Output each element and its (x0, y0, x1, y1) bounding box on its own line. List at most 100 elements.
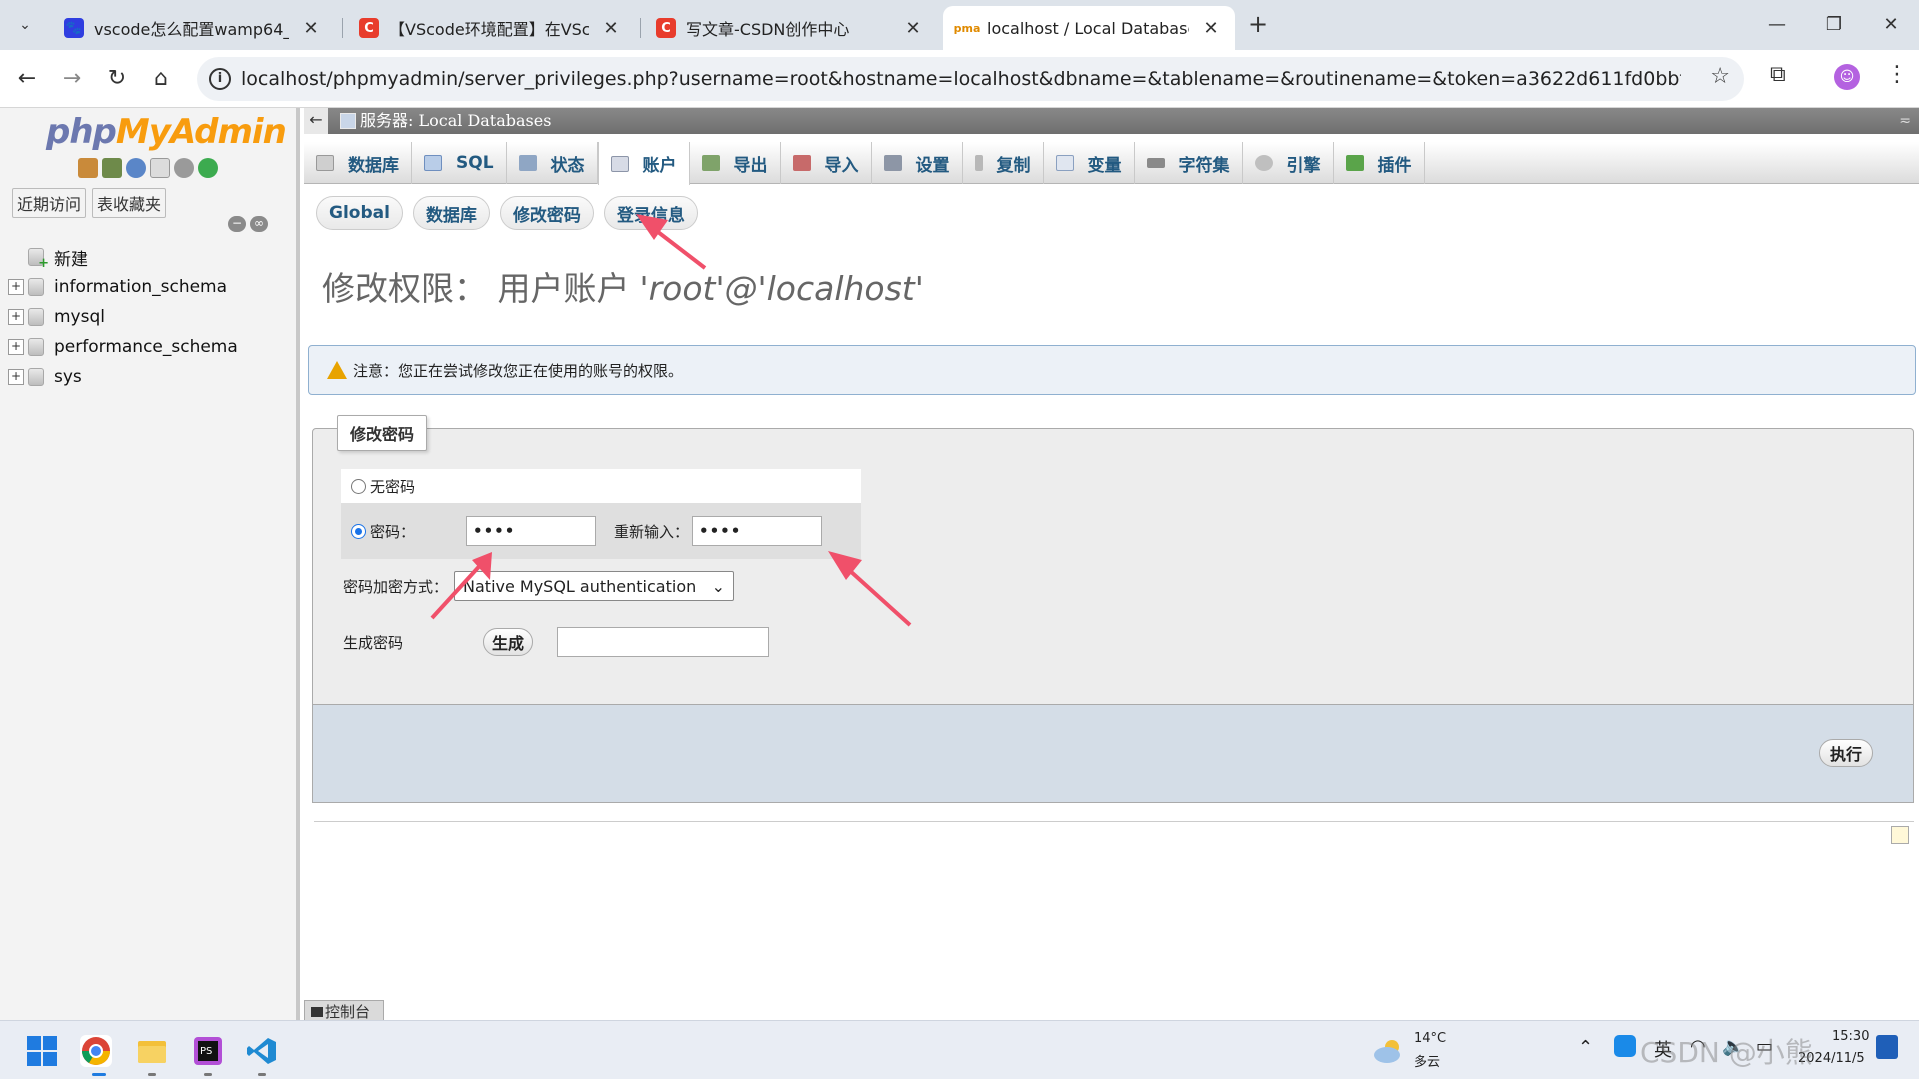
close-window-button[interactable]: ✕ (1868, 8, 1914, 42)
vscode-icon[interactable] (246, 1035, 278, 1067)
reenter-label: 重新输入： (614, 522, 690, 541)
subtab-login-information[interactable]: 登录信息 (603, 196, 698, 230)
browser-tab-3[interactable]: C 写文章-CSDN创作中心 ✕ (642, 6, 937, 50)
clock-time[interactable]: 15:30 (1832, 1029, 1869, 1044)
console-toggle[interactable]: 控制台 (304, 1000, 384, 1022)
minimize-button[interactable]: — (1754, 8, 1800, 42)
generate-button[interactable]: 生成 (483, 628, 534, 656)
reenter-password-input[interactable]: •••• (692, 516, 822, 546)
expand-icon[interactable]: + (8, 279, 24, 295)
menu-label: 数据库 (348, 155, 399, 176)
browser-tab-1[interactable]: 🐾 vscode怎么配置wamp64_百度 ✕ (50, 6, 335, 50)
address-bar[interactable]: i localhost/phpmyadmin/server_privileges… (197, 57, 1744, 101)
subtab-database[interactable]: 数据库 (412, 196, 490, 230)
execute-button[interactable]: 执行 (1818, 739, 1873, 767)
close-icon[interactable]: ✕ (903, 18, 923, 39)
tab-search-button[interactable]: ⌄ (10, 11, 40, 39)
help-icon[interactable] (126, 158, 146, 178)
chrome-icon[interactable] (80, 1035, 112, 1067)
link-with-main-icon[interactable]: ∞ (250, 216, 268, 232)
reload-button[interactable]: ↻ (100, 62, 134, 96)
tree-item-sys[interactable]: + sys (8, 362, 238, 392)
weather-temperature: 14°C (1414, 1031, 1447, 1046)
forward-button[interactable]: → (55, 62, 89, 96)
close-icon[interactable]: ✕ (601, 18, 621, 39)
tab-status[interactable]: 状态 (507, 142, 598, 184)
no-password-label[interactable]: 无密码 (370, 476, 415, 497)
tab-charsets[interactable]: 字符集 (1135, 142, 1243, 184)
tab-sql[interactable]: SQL (412, 142, 507, 184)
hashing-select[interactable]: Native MySQL authentication ⌄ (454, 571, 735, 601)
password-options: 无密码 密码： •••• 重新输入： •••• (341, 469, 861, 559)
new-tab-button[interactable]: + (1243, 10, 1273, 40)
close-icon[interactable]: ✕ (1201, 18, 1221, 39)
page-title-user: 'root'@'localhost' (639, 269, 924, 308)
docs-icon[interactable] (150, 158, 170, 178)
site-info-icon[interactable]: i (209, 68, 231, 90)
bookmark-star-icon[interactable]: ☆ (1710, 64, 1730, 89)
notice-text: 注意：您正在尝试修改您正在使用的账号的权限。 (353, 361, 684, 380)
hashing-selected-value: Native MySQL authentication (463, 576, 697, 596)
browser-tab-2[interactable]: C 【VScode环境配置】在VScod ✕ (345, 6, 635, 50)
favorite-tables-link[interactable]: 表收藏夹 (92, 188, 167, 218)
windows-start-icon[interactable] (26, 1035, 58, 1067)
tab-replication[interactable]: 复制 (963, 142, 1044, 184)
back-button[interactable]: ← (10, 62, 44, 96)
collapse-nav-icon[interactable]: ← (304, 108, 328, 134)
tree-item-label[interactable]: 新建 (54, 245, 88, 270)
tab-accounts[interactable]: 账户 (597, 142, 690, 185)
tree-item-performance-schema[interactable]: + performance_schema (8, 332, 238, 362)
tree-item-mysql[interactable]: + mysql (8, 302, 238, 332)
tree-item-label[interactable]: performance_schema (54, 337, 238, 357)
menu-dots-icon[interactable]: ⋮ (1886, 62, 1908, 87)
phpmyadmin-logo[interactable]: phpMyAdmin (46, 112, 287, 152)
collapse-all-icon[interactable]: − (228, 216, 246, 232)
subtab-change-password[interactable]: 修改密码 (499, 196, 594, 230)
tree-item-new[interactable]: 新建 (8, 242, 238, 272)
chevron-up-icon[interactable]: ⌃ (1578, 1037, 1593, 1058)
expand-icon[interactable]: + (8, 309, 24, 325)
file-explorer-icon[interactable] (136, 1035, 168, 1067)
tab-variables[interactable]: 变量 (1044, 142, 1135, 184)
restore-button[interactable]: ❐ (1811, 8, 1857, 42)
tab-import[interactable]: 导入 (781, 142, 872, 184)
tray-app-icon[interactable] (1614, 1035, 1636, 1057)
tab-export[interactable]: 导出 (690, 142, 781, 184)
weather-cloud-icon[interactable] (1372, 1035, 1406, 1067)
profile-avatar-icon[interactable]: ☺ (1834, 64, 1860, 90)
csdn-icon: C (359, 18, 379, 38)
tree-item-label[interactable]: information_schema (54, 277, 227, 297)
password-input[interactable]: •••• (466, 516, 596, 546)
phpstorm-icon[interactable]: PS (192, 1035, 224, 1067)
password-radio[interactable] (351, 523, 366, 539)
recent-tables-link[interactable]: 近期访问 (12, 188, 87, 218)
password-label[interactable]: 密码： (370, 521, 466, 542)
menu-label: 变量 (1087, 155, 1122, 176)
browser-tab-4-active[interactable]: pma localhost / Local Databases | ✕ (943, 6, 1235, 50)
generated-password-field[interactable] (557, 627, 770, 657)
tree-item-label[interactable]: mysql (54, 307, 105, 327)
tree-item-information-schema[interactable]: + information_schema (8, 272, 238, 302)
tree-item-label[interactable]: sys (54, 367, 82, 387)
logout-icon[interactable] (102, 158, 122, 178)
close-icon[interactable]: ✕ (301, 18, 321, 39)
url-text[interactable]: localhost/phpmyadmin/server_privileges.p… (241, 57, 1681, 101)
home-button[interactable]: ⌂ (144, 62, 178, 96)
tab-databases[interactable]: 数据库 (304, 142, 412, 184)
tab-engines[interactable]: 引擎 (1243, 142, 1334, 184)
page-settings-icon[interactable] (1891, 826, 1909, 844)
home-icon[interactable] (78, 158, 98, 178)
tab-settings[interactable]: 设置 (872, 142, 963, 184)
notification-icon[interactable] (1876, 1035, 1898, 1059)
subtab-global[interactable]: Global (316, 196, 403, 230)
no-password-radio[interactable] (351, 478, 366, 494)
reload-nav-icon[interactable] (198, 158, 218, 178)
server-breadcrumb[interactable]: 服务器: Local Databases (360, 108, 551, 134)
extensions-icon[interactable]: ⧉ (1770, 62, 1786, 87)
gear-icon[interactable] (174, 158, 194, 178)
tab-plugins[interactable]: 插件 (1334, 142, 1425, 184)
collapse-menu-icon[interactable]: ≂ (1899, 108, 1911, 134)
expand-icon[interactable]: + (8, 369, 24, 385)
database-icon (316, 155, 334, 171)
expand-icon[interactable]: + (8, 339, 24, 355)
